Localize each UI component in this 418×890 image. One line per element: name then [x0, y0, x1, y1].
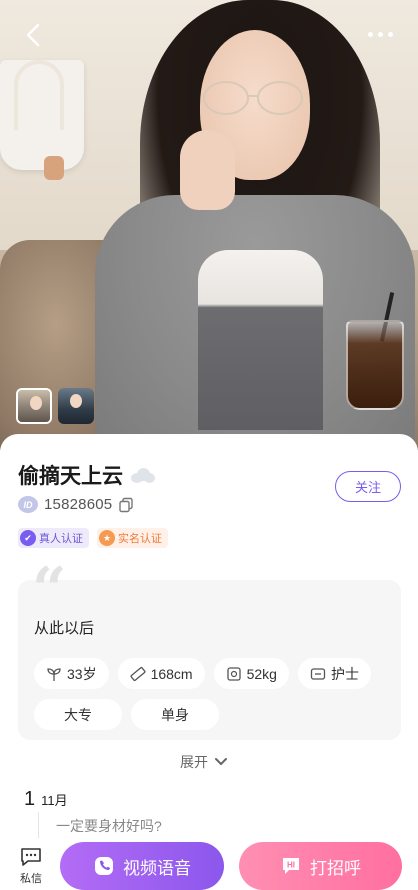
name-row: 偷摘天上云	[18, 460, 155, 490]
verified-person-icon: ✔	[20, 530, 36, 546]
video-voice-label: 视频语音	[123, 858, 191, 878]
tag-age: 33岁	[34, 658, 109, 689]
real-name-badge: ★ 实名认证	[97, 528, 168, 548]
back-button[interactable]	[18, 20, 48, 50]
chat-bubble-icon	[21, 848, 41, 866]
tag-weight: 52kg	[213, 658, 289, 689]
cloud-icon	[129, 467, 155, 483]
tag-height: 168cm	[117, 658, 205, 689]
photo-camisole	[198, 250, 323, 430]
expand-button[interactable]: 展开	[180, 752, 228, 772]
user-id: 15828605	[44, 496, 113, 513]
greet-label: 打招呼	[310, 858, 361, 878]
bio-text: 从此以后	[34, 620, 95, 637]
photo-iced-coffee	[346, 320, 404, 410]
timeline-day: 1	[24, 788, 36, 810]
profile-name: 偷摘天上云	[18, 465, 123, 488]
real-person-badge: ✔ 真人认证	[18, 528, 89, 548]
tag-occupation: 护士	[297, 658, 371, 689]
timeline-post[interactable]: 一定要身材好吗?	[56, 816, 162, 836]
video-voice-button[interactable]: 视频语音	[60, 842, 224, 890]
copy-icon[interactable]	[118, 497, 134, 513]
message-label: 私信	[20, 873, 42, 885]
chevron-left-icon	[26, 23, 40, 47]
timeline-month: 11月	[41, 793, 68, 808]
ruler-icon	[130, 666, 146, 682]
photo-glasses	[203, 81, 303, 115]
photo-thumbnail[interactable]	[58, 388, 94, 424]
photo-thumbnail[interactable]	[16, 388, 52, 424]
hi-bubble-icon: HI	[280, 855, 302, 877]
more-dots-icon	[367, 31, 373, 37]
message-button[interactable]: 私信	[14, 846, 48, 886]
id-badge: ID	[18, 496, 38, 513]
phone-video-icon	[93, 855, 115, 877]
greet-button[interactable]: HI 打招呼	[239, 842, 402, 890]
tag-education: 大专	[34, 699, 122, 730]
sprout-icon	[46, 666, 62, 682]
timeline-date: 1 11月	[24, 788, 68, 811]
chevron-down-icon	[215, 758, 227, 765]
follow-button[interactable]: 关注	[335, 471, 401, 502]
quote-icon: “	[32, 555, 67, 625]
occupation-icon	[310, 666, 326, 682]
profile-photo[interactable]	[0, 0, 418, 450]
timeline-line	[38, 812, 39, 838]
photo-hand	[180, 130, 235, 210]
svg-text:HI: HI	[287, 861, 295, 870]
id-row: ID 15828605	[18, 496, 134, 513]
scale-icon	[226, 666, 242, 682]
verification-badges: ✔ 真人认证 ★ 实名认证	[18, 528, 168, 548]
photo-thumbnails	[16, 388, 94, 424]
verified-identity-icon: ★	[99, 530, 115, 546]
photo-handbag	[0, 60, 84, 180]
profile-tags: 33岁 168cm 52kg 护士 大专 单身	[34, 658, 394, 730]
expand-label: 展开	[180, 754, 208, 770]
more-options-button[interactable]	[360, 22, 400, 46]
tag-relationship: 单身	[131, 699, 219, 730]
